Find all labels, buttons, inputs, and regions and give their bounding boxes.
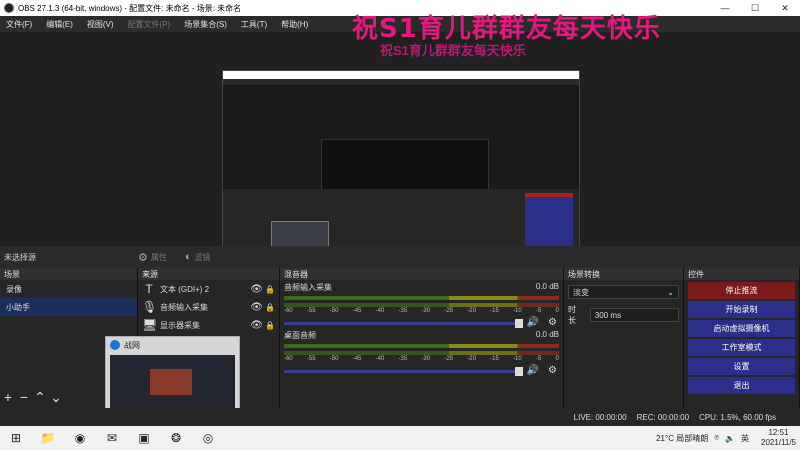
text-icon: T	[145, 282, 153, 296]
clock[interactable]: 12:51 2021/11/5	[755, 428, 796, 448]
cpu-status: CPU: 1.5%, 60.00 fps	[699, 412, 776, 422]
lock-icon[interactable]: 🔒	[265, 321, 275, 330]
properties-button[interactable]: ⚙ 属性	[138, 251, 167, 264]
menu-profile[interactable]: 配置文件(P)	[128, 19, 171, 30]
chevron-down-icon: ⌄	[667, 287, 674, 297]
source-item-audio-input[interactable]: 🎙 音频输入采集 👁 🔒	[138, 298, 279, 316]
gear-icon[interactable]: ⚙	[548, 317, 557, 328]
volume-meter	[284, 296, 559, 300]
lock-icon[interactable]: 🔒	[265, 303, 275, 312]
close-button[interactable]: ✕	[770, 0, 800, 16]
sources-header: 来源	[138, 268, 279, 280]
menu-view[interactable]: 视图(V)	[87, 19, 114, 30]
transition-select[interactable]: 淡变 ⌄	[568, 285, 679, 299]
chrome-icon[interactable]: ◉	[64, 426, 96, 450]
volume-icon[interactable]: 🔈	[725, 434, 735, 443]
nested-preview-image	[222, 70, 580, 273]
source-toolbar: 未选择源 ⚙ 属性 ◐ 滤镜	[0, 246, 800, 268]
mixer-header: 混音器	[280, 268, 563, 280]
volume-slider[interactable]	[284, 367, 523, 376]
mic-icon: 🎙	[142, 300, 158, 314]
overlay-banner-echo: 祝S1育儿群群友每天快乐	[380, 43, 526, 58]
gear-icon: ⚙	[138, 251, 148, 264]
live-status: LIVE: 00:00:00	[573, 412, 627, 422]
filter-icon: ◐	[184, 251, 192, 263]
meter-ticks: -60 -55 -50 -45 -40 -35 -30 -25 -20 -15 -10 -5 0	[284, 356, 559, 362]
filters-button[interactable]: ◐ 滤镜	[185, 251, 211, 263]
menu-help[interactable]: 帮助(H)	[281, 19, 308, 30]
rec-status: REC: 00:00:00	[636, 412, 690, 422]
scene-transitions-dock: 场景转换 淡变 ⌄ 时长 300 ms	[564, 268, 684, 408]
remove-scene-button[interactable]: −	[16, 389, 32, 406]
window-title: OBS 27.1.3 (64-bit, windows) - 配置文件: 未命名…	[18, 3, 242, 13]
speaker-icon[interactable]: 🔊	[527, 365, 539, 376]
scenes-header: 场景	[0, 268, 137, 280]
channel-name: 桌面音频	[284, 331, 316, 340]
menu-edit[interactable]: 编辑(E)	[46, 19, 73, 30]
battlenet-icon	[110, 340, 120, 350]
monitor-icon: 🖥	[142, 318, 158, 332]
channel-name: 音频输入采集	[284, 283, 332, 292]
move-up-button[interactable]: ⌃	[32, 389, 48, 406]
gear-icon[interactable]: ⚙	[548, 365, 557, 376]
ime-indicator[interactable]: 英	[741, 433, 749, 444]
stop-streaming-button[interactable]: 停止推流	[688, 282, 795, 299]
weather-text[interactable]: 21°C 局部晴朗	[656, 433, 708, 444]
no-source-selected-label: 未选择源	[4, 252, 36, 262]
visibility-eye-icon[interactable]: 👁	[250, 284, 263, 295]
obs-icon[interactable]: ◎	[192, 426, 224, 450]
obs-logo-icon	[4, 3, 14, 13]
menu-scene-collection[interactable]: 场景集合(S)	[184, 19, 227, 30]
volume-meter	[284, 303, 559, 307]
add-scene-button[interactable]: +	[0, 389, 16, 406]
volume-slider[interactable]	[284, 319, 523, 328]
settings-button[interactable]: 设置	[688, 358, 795, 375]
mixer-channel-desktop-audio: 桌面音频 0.0 dB -60 -55 -50 -45 -40 -35 -30 -25 -20-…	[280, 328, 563, 376]
studio-mode-button[interactable]: 工作室模式	[688, 339, 795, 356]
mixer-channel-audio-input: 音频输入采集 0.0 dB -60 -55 -50 -45 -40 -35 -30 -25 -2…	[280, 280, 563, 328]
file-explorer-icon[interactable]: 📁	[32, 426, 64, 450]
menu-file[interactable]: 文件(F)	[6, 19, 32, 30]
minimize-button[interactable]: —	[710, 0, 740, 16]
channel-db: 0.0 dB	[535, 282, 559, 291]
duration-label: 时长	[568, 305, 576, 325]
battlenet-icon[interactable]: ❂	[160, 426, 192, 450]
start-virtual-camera-button[interactable]: 启动虚拟摄像机	[688, 320, 795, 337]
channel-db: 0.0 dB	[535, 330, 559, 339]
controls-dock: 控件 停止推流 开始录制 启动虚拟摄像机 工作室模式 设置 退出	[684, 268, 800, 408]
windows-start-icon[interactable]: ⊞	[0, 426, 32, 450]
source-item-text[interactable]: T 文本 (GDI+) 2 👁 🔒	[138, 280, 279, 298]
status-bar: LIVE: 00:00:00 REC: 00:00:00 CPU: 1.5%, …	[0, 408, 800, 426]
exit-button[interactable]: 退出	[688, 377, 795, 394]
photos-icon[interactable]: ▣	[128, 426, 160, 450]
preview-canvas[interactable]	[0, 32, 800, 273]
menu-tools[interactable]: 工具(T)	[241, 19, 267, 30]
maximize-button[interactable]: ☐	[740, 0, 770, 16]
lock-icon[interactable]: 🔒	[265, 285, 275, 294]
visibility-eye-icon[interactable]: 👁	[250, 320, 263, 331]
mail-icon[interactable]: ✉	[96, 426, 128, 450]
scene-item-helper[interactable]: 小助手	[0, 298, 137, 316]
windows-taskbar: ⊞ 📁 ◉ ✉ ▣ ❂ ◎ 21°C 局部晴朗 ⌾ 🔈 英 12:51 2021…	[0, 426, 800, 450]
volume-meter	[284, 351, 559, 355]
transitions-header: 场景转换	[564, 268, 683, 280]
visibility-eye-icon[interactable]: 👁	[250, 302, 263, 313]
move-down-button[interactable]: ⌄	[48, 389, 64, 406]
volume-meter	[284, 344, 559, 348]
duration-field[interactable]: 300 ms	[589, 308, 679, 322]
speaker-icon[interactable]: 🔊	[527, 317, 539, 328]
controls-header: 控件	[684, 268, 799, 280]
network-icon[interactable]: ⌾	[714, 433, 719, 443]
meter-ticks: -60 -55 -50 -45 -40 -35 -30 -25 -20 -15 -10 -5 0	[284, 308, 559, 314]
scene-item-recording[interactable]: 录像	[0, 280, 137, 298]
audio-mixer-dock: 混音器 音频输入采集 0.0 dB -60 -55 -50 -45 -40 -35 -30-…	[280, 268, 564, 408]
source-item-display-capture[interactable]: 🖥 显示器采集 👁 🔒	[138, 316, 279, 334]
start-recording-button[interactable]: 开始录制	[688, 301, 795, 318]
